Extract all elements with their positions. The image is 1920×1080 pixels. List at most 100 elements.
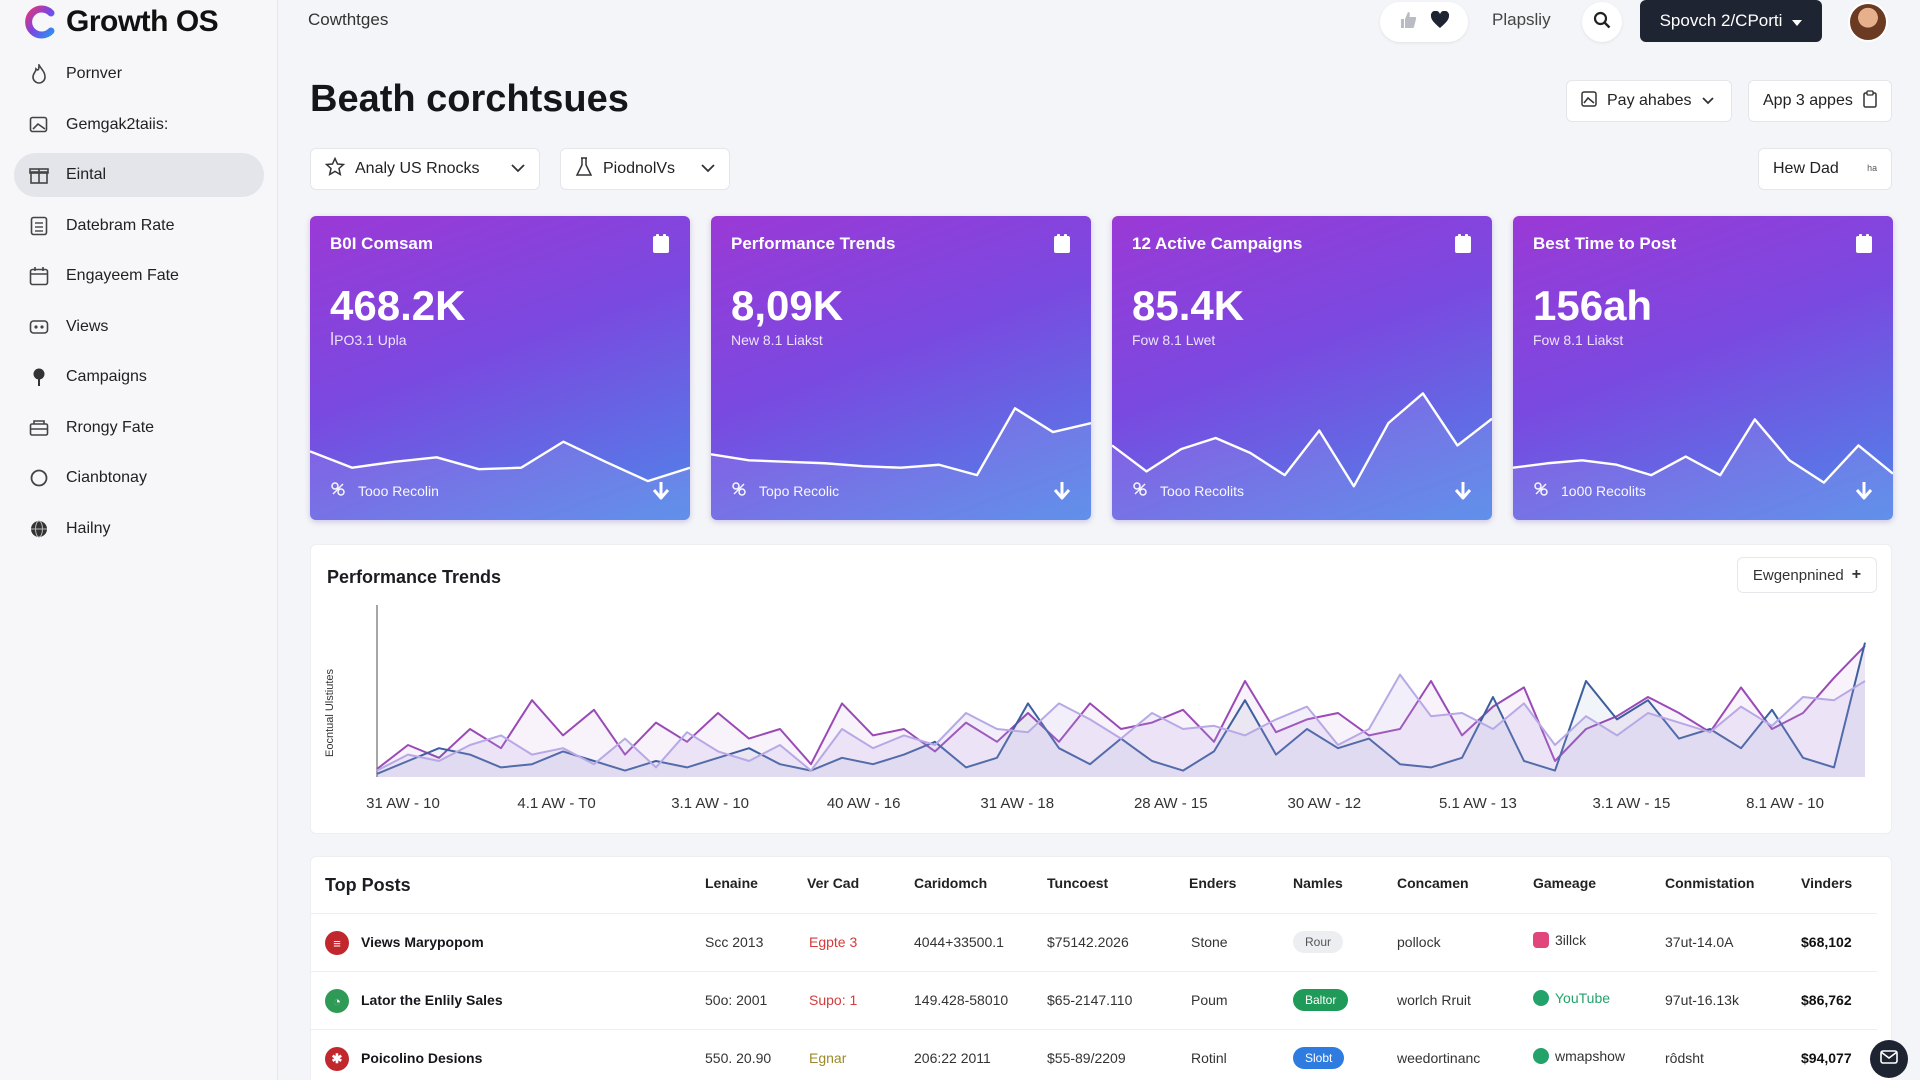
- column-header[interactable]: Enders: [1189, 875, 1236, 891]
- bookmark-icon[interactable]: [1855, 234, 1873, 254]
- x-tick-label: 8.1 AW - 10: [1746, 795, 1824, 812]
- sidebar-item-label: Datebram Rate: [66, 216, 175, 234]
- cell: 50o: 2001: [705, 992, 768, 1008]
- sidebar-item-datebram-rate[interactable]: Datebram Rate: [14, 204, 264, 248]
- svg-text:Eocntual Ulstiutes: Eocntual Ulstiutes: [324, 668, 336, 757]
- column-header[interactable]: Lenaine: [705, 875, 758, 891]
- column-header[interactable]: Caridomch: [914, 875, 987, 891]
- play-link[interactable]: Plapsliy: [1492, 10, 1551, 30]
- chevron-down-icon: [511, 160, 525, 178]
- kpi-card[interactable]: B0I Comsam 468.2K ꟾPO3.1 Upla Tooo Recol…: [310, 216, 690, 520]
- sidebar-item-eintal[interactable]: Eintal: [14, 153, 264, 197]
- panel-title: Performance Trends: [327, 567, 502, 587]
- primary-dropdown-button[interactable]: Spovch 2/CPorti: [1640, 0, 1822, 42]
- kpi-footer-label: 1o00 Recolits: [1561, 482, 1646, 499]
- chevron-down-icon: [701, 160, 715, 178]
- column-header[interactable]: Gameage: [1533, 875, 1596, 891]
- sidebar-item-cianbtonay[interactable]: Cianbtonay: [14, 456, 264, 500]
- post-icon: ≡: [325, 931, 349, 955]
- campaign-cell[interactable]: wmapshow: [1533, 1048, 1625, 1064]
- arrow-down-icon[interactable]: [1051, 480, 1073, 502]
- grid-list-icon: [28, 215, 50, 237]
- flask-icon: [575, 156, 593, 182]
- column-header[interactable]: Namles: [1293, 875, 1343, 891]
- kpi-card[interactable]: Best Time to Post 156ah Fow 8.1 Liakst 1…: [1513, 216, 1893, 520]
- avatar[interactable]: [1848, 2, 1888, 42]
- table-row[interactable]: ✱ Poicolino Desions 550. 20.90 Egnar 206…: [311, 1029, 1877, 1080]
- sidebar-item-label: Views: [66, 317, 109, 335]
- post-name[interactable]: Poicolino Desions: [361, 1050, 482, 1066]
- kpi-title: Performance Trends: [731, 234, 896, 253]
- table-row[interactable]: ≡ Views Marypopom Scc 2013 Egpte 3 4044+…: [311, 913, 1877, 971]
- post-name[interactable]: Views Marypopom: [361, 934, 484, 950]
- status-badge: Slobt: [1293, 1047, 1345, 1069]
- sidebar-item-label: Pornver: [66, 65, 123, 82]
- sidebar-item-label: Rrongy Fate: [66, 418, 155, 436]
- sidebar-item-pornver[interactable]: Pornver: [14, 52, 264, 96]
- image-icon: [28, 114, 50, 136]
- image-icon: [1581, 90, 1597, 112]
- column-header[interactable]: Vinders: [1801, 875, 1852, 891]
- arrow-down-icon[interactable]: [1452, 480, 1474, 502]
- search-icon: [1593, 11, 1611, 34]
- sidebar-item-engayeem-fate[interactable]: Engayeem Fate: [14, 254, 264, 298]
- x-tick-label: 40 AW - 16: [826, 795, 901, 812]
- sidebar-item-campaigns[interactable]: Campaigns: [14, 355, 264, 399]
- caret-down-icon: [1792, 11, 1803, 31]
- kpi-card[interactable]: Performance Trends 8,09K New 8.1 Liakst …: [711, 216, 1091, 520]
- cell: 149.428-58010: [914, 992, 1009, 1008]
- chat-fab[interactable]: [1870, 1040, 1908, 1078]
- column-header[interactable]: Concamen: [1397, 875, 1469, 891]
- filter-dropdown-2[interactable]: PiodnolVs: [560, 148, 730, 190]
- sidebar-item-rrongy-fate[interactable]: Rrongy Fate: [14, 406, 264, 450]
- thumbs-up-icon[interactable]: [1398, 10, 1418, 35]
- x-tick-label: 5.1 AW - 13: [1438, 795, 1517, 812]
- filter-dropdown-1[interactable]: Analy US Rnocks: [310, 148, 540, 190]
- table-title: Top Posts: [325, 875, 411, 895]
- pay-dropdown[interactable]: Pay ahabes: [1566, 80, 1732, 122]
- kpi-subtitle: Fow 8.1 Lwet: [1132, 332, 1216, 348]
- breadcrumb[interactable]: Cowthtges: [308, 10, 388, 30]
- reaction-toggle[interactable]: [1380, 2, 1468, 42]
- bookmark-icon[interactable]: [652, 234, 670, 254]
- bookmark-icon[interactable]: [1053, 234, 1071, 254]
- kpi-footer-label: Topo Recolic: [759, 482, 840, 499]
- filter-1-label: Analy US Rnocks: [355, 160, 480, 177]
- arrow-down-icon[interactable]: [650, 480, 672, 502]
- search-button[interactable]: [1582, 2, 1622, 42]
- kpi-card[interactable]: 12 Active Campaigns 85.4K Fow 8.1 Lwet T…: [1112, 216, 1492, 520]
- brand-name: Growth OS: [66, 5, 219, 38]
- column-header[interactable]: Tuncoest: [1047, 875, 1108, 891]
- mail-icon: [1880, 1049, 1898, 1069]
- results-icon: [330, 481, 346, 500]
- sidebar-item-views[interactable]: Views: [14, 305, 264, 349]
- results-icon: [731, 481, 747, 500]
- kpi-footer: Topo Recolic: [731, 481, 839, 500]
- app-button[interactable]: App 3 appes: [1748, 80, 1892, 122]
- heart-icon[interactable]: [1430, 10, 1450, 34]
- sidebar-item-gemgak[interactable]: Gemgak2taiis:: [14, 103, 264, 147]
- campaign-cell[interactable]: 3illck: [1533, 932, 1586, 948]
- arrow-down-icon[interactable]: [1853, 480, 1875, 502]
- globe-icon: [28, 518, 50, 540]
- cell: Stone: [1191, 934, 1228, 950]
- column-header[interactable]: Conmistation: [1665, 875, 1754, 891]
- post-name[interactable]: Lator the Enlily Sales: [361, 992, 503, 1008]
- cell: $75142.2026: [1047, 934, 1129, 950]
- campaign-label: wmapshow: [1555, 1048, 1626, 1064]
- export-button[interactable]: Ewgenpnined +: [1737, 557, 1877, 593]
- instagram-icon: [1533, 932, 1549, 948]
- column-header[interactable]: Ver Cad: [807, 875, 859, 891]
- kpi-value: 85.4K: [1132, 282, 1245, 329]
- cell: 206:22 2011: [914, 1050, 991, 1066]
- cell: Egpte 3: [809, 934, 858, 950]
- bookmark-icon[interactable]: [1454, 234, 1472, 254]
- campaign-cell[interactable]: YouTube: [1533, 990, 1610, 1006]
- performance-trend-chart: [376, 605, 1866, 777]
- cell: $65-2147.110: [1047, 992, 1133, 1008]
- hew-button[interactable]: Hew Dad ʰᵃ: [1758, 148, 1892, 190]
- table-row[interactable]: ◔ Lator the Enlily Sales 50o: 2001 Supo:…: [311, 971, 1877, 1029]
- sidebar-item-hailny[interactable]: Hailny: [14, 507, 264, 551]
- kpi-subtitle: New 8.1 Liakst: [731, 332, 823, 348]
- brand[interactable]: Growth OS: [24, 2, 219, 42]
